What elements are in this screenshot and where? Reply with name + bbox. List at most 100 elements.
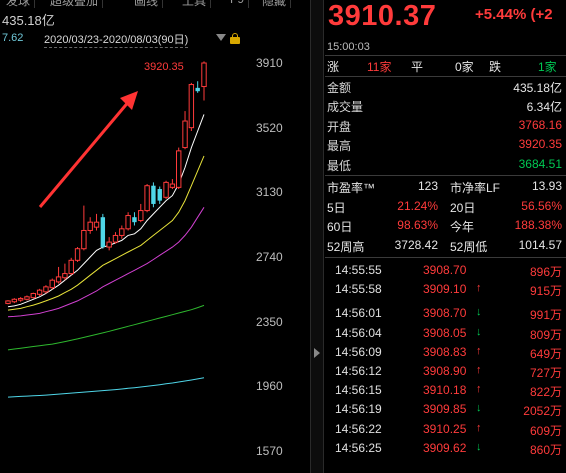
trade-price: 3908.83 <box>423 344 467 359</box>
trade-row[interactable]: 14:56:25 3909.62 ↓ 860万 <box>325 439 566 458</box>
trade-row[interactable]: 14:55:58 3909.10 ↑ 915万 <box>325 280 566 299</box>
stat-value: 3920.35 <box>518 137 562 152</box>
candle <box>62 263 68 281</box>
trade-volume: 822万 <box>529 385 562 400</box>
quote-time: 15:00:03 <box>327 41 370 53</box>
trade-time: 14:56:22 <box>335 421 382 436</box>
candle <box>87 217 93 234</box>
stat-value: 6.34亿 <box>526 100 562 115</box>
trend-arrow-line <box>38 99 132 208</box>
trade-price: 3908.05 <box>423 325 467 340</box>
trade-row[interactable]: 14:56:12 3908.90 ↑ 727万 <box>325 362 566 381</box>
candle <box>169 179 176 190</box>
stat-value: 435.18亿 <box>513 81 562 95</box>
price-axis: 3910 3520 3130 2740 2350 1960 1570 <box>248 0 310 473</box>
quote-panel: 3910.37 +5.44% (+2 15:00:03 涨 11家 平 0家 跌… <box>325 0 566 473</box>
candle <box>43 285 49 294</box>
price-change: +5.44% (+2 <box>475 6 553 23</box>
panel-splitter[interactable] <box>310 0 324 473</box>
trade-row[interactable]: 14:56:15 3910.18 ↑ 822万 <box>325 381 566 400</box>
flat-label: 平 <box>411 60 424 74</box>
trade-row[interactable]: 14:55:55 3908.70 896万 <box>325 261 566 280</box>
trade-price: 3909.62 <box>423 440 467 455</box>
grid-label: 市盈率™ <box>327 181 376 195</box>
candle <box>125 212 131 231</box>
up-arrow-icon: ↑ <box>476 282 482 295</box>
candle <box>188 82 195 131</box>
stat-row: 开盘 3768.16 <box>325 116 566 135</box>
candle <box>68 257 74 276</box>
down-arrow-icon: ↓ <box>476 440 482 453</box>
candle <box>195 81 200 93</box>
moving-average-line <box>7 114 205 308</box>
grid-row: 60日 98.63% 今年 188.38% <box>325 216 566 235</box>
y-tick-label: 3520 <box>256 120 283 135</box>
trade-volume: 2052万 <box>523 404 562 419</box>
grid-value: 21.24% <box>397 198 438 213</box>
y-tick-label: 1960 <box>256 379 283 394</box>
candle <box>176 147 182 190</box>
y-tick-label: 2350 <box>256 314 283 329</box>
up-label: 涨 <box>327 60 340 74</box>
grid-value: 13.93 <box>531 179 562 193</box>
moving-average-line <box>7 155 205 311</box>
grid-label: 市净率LF <box>450 181 501 195</box>
candle <box>201 61 207 101</box>
candle <box>100 213 106 249</box>
trade-price: 3910.25 <box>423 421 467 436</box>
candle <box>112 232 119 244</box>
kline-chart-panel[interactable]: 发球 超级叠加 画线 工具 F9 隐藏 435.18亿 7.62 2020/03… <box>0 0 315 473</box>
stat-label: 成交量 <box>327 100 364 115</box>
trade-volume: 915万 <box>529 284 562 299</box>
trade-time: 14:55:55 <box>335 263 382 277</box>
up-arrow-icon: ↑ <box>476 344 482 357</box>
trade-time: 14:56:19 <box>335 402 382 417</box>
trade-volume: 609万 <box>529 423 562 438</box>
trade-time: 14:55:58 <box>335 282 382 297</box>
y-tick-label: 1570 <box>256 444 283 458</box>
trade-row[interactable]: 14:56:19 3909.85 ↓ 2052万 <box>325 400 566 419</box>
grid-value: 1014.57 <box>518 237 562 252</box>
y-tick-label: 2740 <box>256 250 283 264</box>
expand-arrow-icon[interactable] <box>314 348 320 358</box>
candle <box>36 288 43 296</box>
grid-row: 52周高 3728.42 52周低 1014.57 <box>325 236 566 255</box>
candle <box>24 295 30 301</box>
down-label: 跌 <box>489 60 502 74</box>
trade-row[interactable]: 14:56:09 3908.83 ↑ 649万 <box>325 343 566 362</box>
down-count: 1家 <box>538 60 557 74</box>
grid-value: 98.63% <box>397 218 438 233</box>
candle <box>11 298 18 304</box>
trade-time: 14:56:04 <box>335 325 382 340</box>
grid-value: 123 <box>417 179 438 193</box>
moving-average-line <box>7 304 205 351</box>
trade-time: 14:56:09 <box>335 344 382 359</box>
trade-time: 14:56:15 <box>335 383 382 398</box>
stat-value: 3684.51 <box>518 156 562 171</box>
candle <box>163 180 169 199</box>
grid-row: 5日 21.24% 20日 56.56% <box>325 197 566 216</box>
trade-row[interactable]: 14:56:01 3908.70 ↓ 991万 <box>325 304 566 323</box>
y-tick-label: 3910 <box>256 56 283 70</box>
last-price: 3910.37 <box>328 0 437 32</box>
trade-time: 14:56:12 <box>335 364 382 378</box>
candle <box>17 297 24 302</box>
stat-label: 最低 <box>327 158 352 173</box>
trade-row[interactable]: 14:56:22 3910.25 ↑ 609万 <box>325 420 566 439</box>
trade-volume: 809万 <box>529 327 562 342</box>
candle <box>30 292 36 299</box>
candle <box>93 213 100 231</box>
candle <box>119 225 125 239</box>
candle <box>49 278 55 290</box>
grid-value: 3728.42 <box>394 237 438 252</box>
candle <box>5 300 11 305</box>
moving-average-line <box>7 207 205 318</box>
trade-row[interactable]: 14:56:04 3908.05 ↓ 809万 <box>325 324 566 343</box>
grid-value: 188.38% <box>514 218 562 233</box>
up-count: 11家 <box>367 60 392 74</box>
trade-volume: 860万 <box>529 442 562 457</box>
trade-price: 3908.70 <box>423 263 467 277</box>
trade-volume: 727万 <box>529 366 562 380</box>
candle <box>138 203 144 223</box>
candle <box>144 184 150 213</box>
